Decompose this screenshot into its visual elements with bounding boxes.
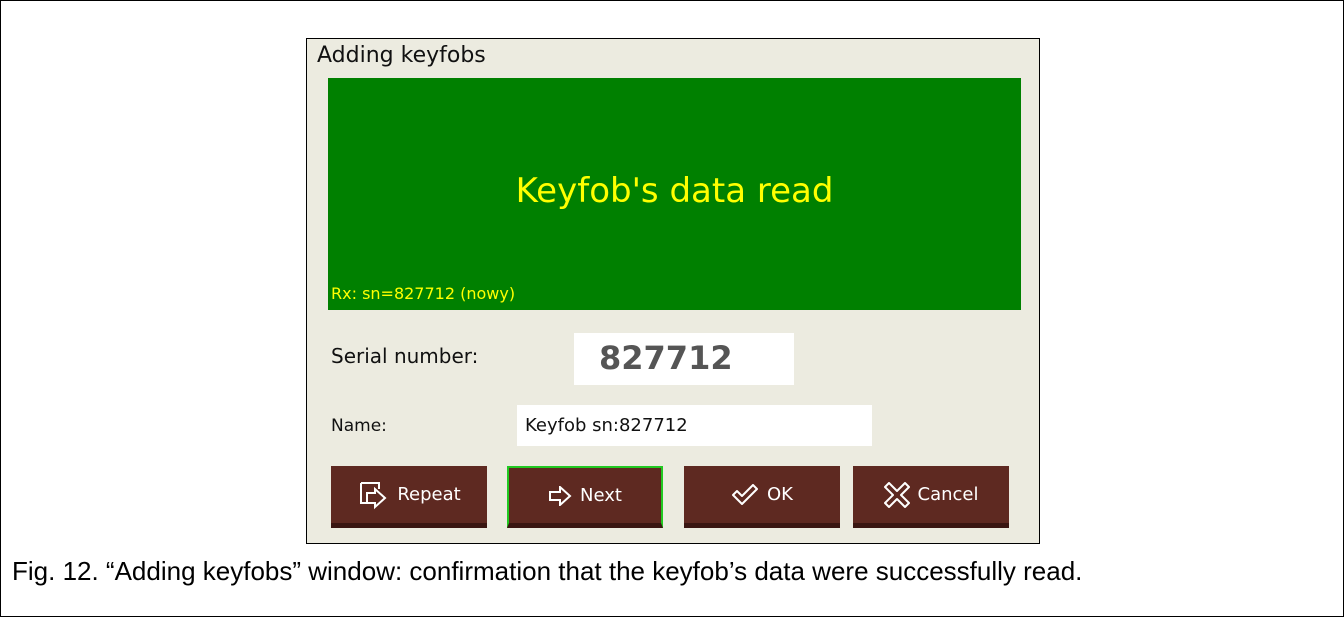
check-icon [731, 483, 759, 506]
cancel-x-icon [883, 481, 910, 508]
next-button-label: Next [580, 485, 622, 506]
adding-keyfobs-window: Adding keyfobs Keyfob's data read Rx: sn… [306, 38, 1040, 544]
status-message: Keyfob's data read [515, 171, 834, 211]
name-input[interactable] [517, 405, 872, 446]
figure-caption: Fig. 12. “Adding keyfobs” window: confir… [12, 556, 1083, 586]
cancel-button-label: Cancel [917, 484, 979, 505]
repeat-button-label: Repeat [397, 484, 461, 505]
window-title: Adding keyfobs [317, 43, 486, 68]
arrow-right-icon [548, 485, 572, 506]
ok-button[interactable]: OK [684, 466, 840, 528]
serial-number-value: 827712 [599, 339, 733, 377]
rx-status-line: Rx: sn=827712 (nowy) [331, 284, 516, 303]
serial-number-label: Serial number: [331, 344, 479, 368]
repeat-button[interactable]: Repeat [331, 466, 487, 528]
cancel-button[interactable]: Cancel [853, 466, 1009, 528]
status-panel: Keyfob's data read Rx: sn=827712 (nowy) [328, 78, 1021, 310]
next-button[interactable]: Next [507, 466, 663, 528]
repeat-icon [357, 479, 389, 511]
serial-number-display: 827712 [574, 333, 794, 385]
name-label: Name: [331, 416, 387, 436]
ok-button-label: OK [767, 484, 793, 505]
